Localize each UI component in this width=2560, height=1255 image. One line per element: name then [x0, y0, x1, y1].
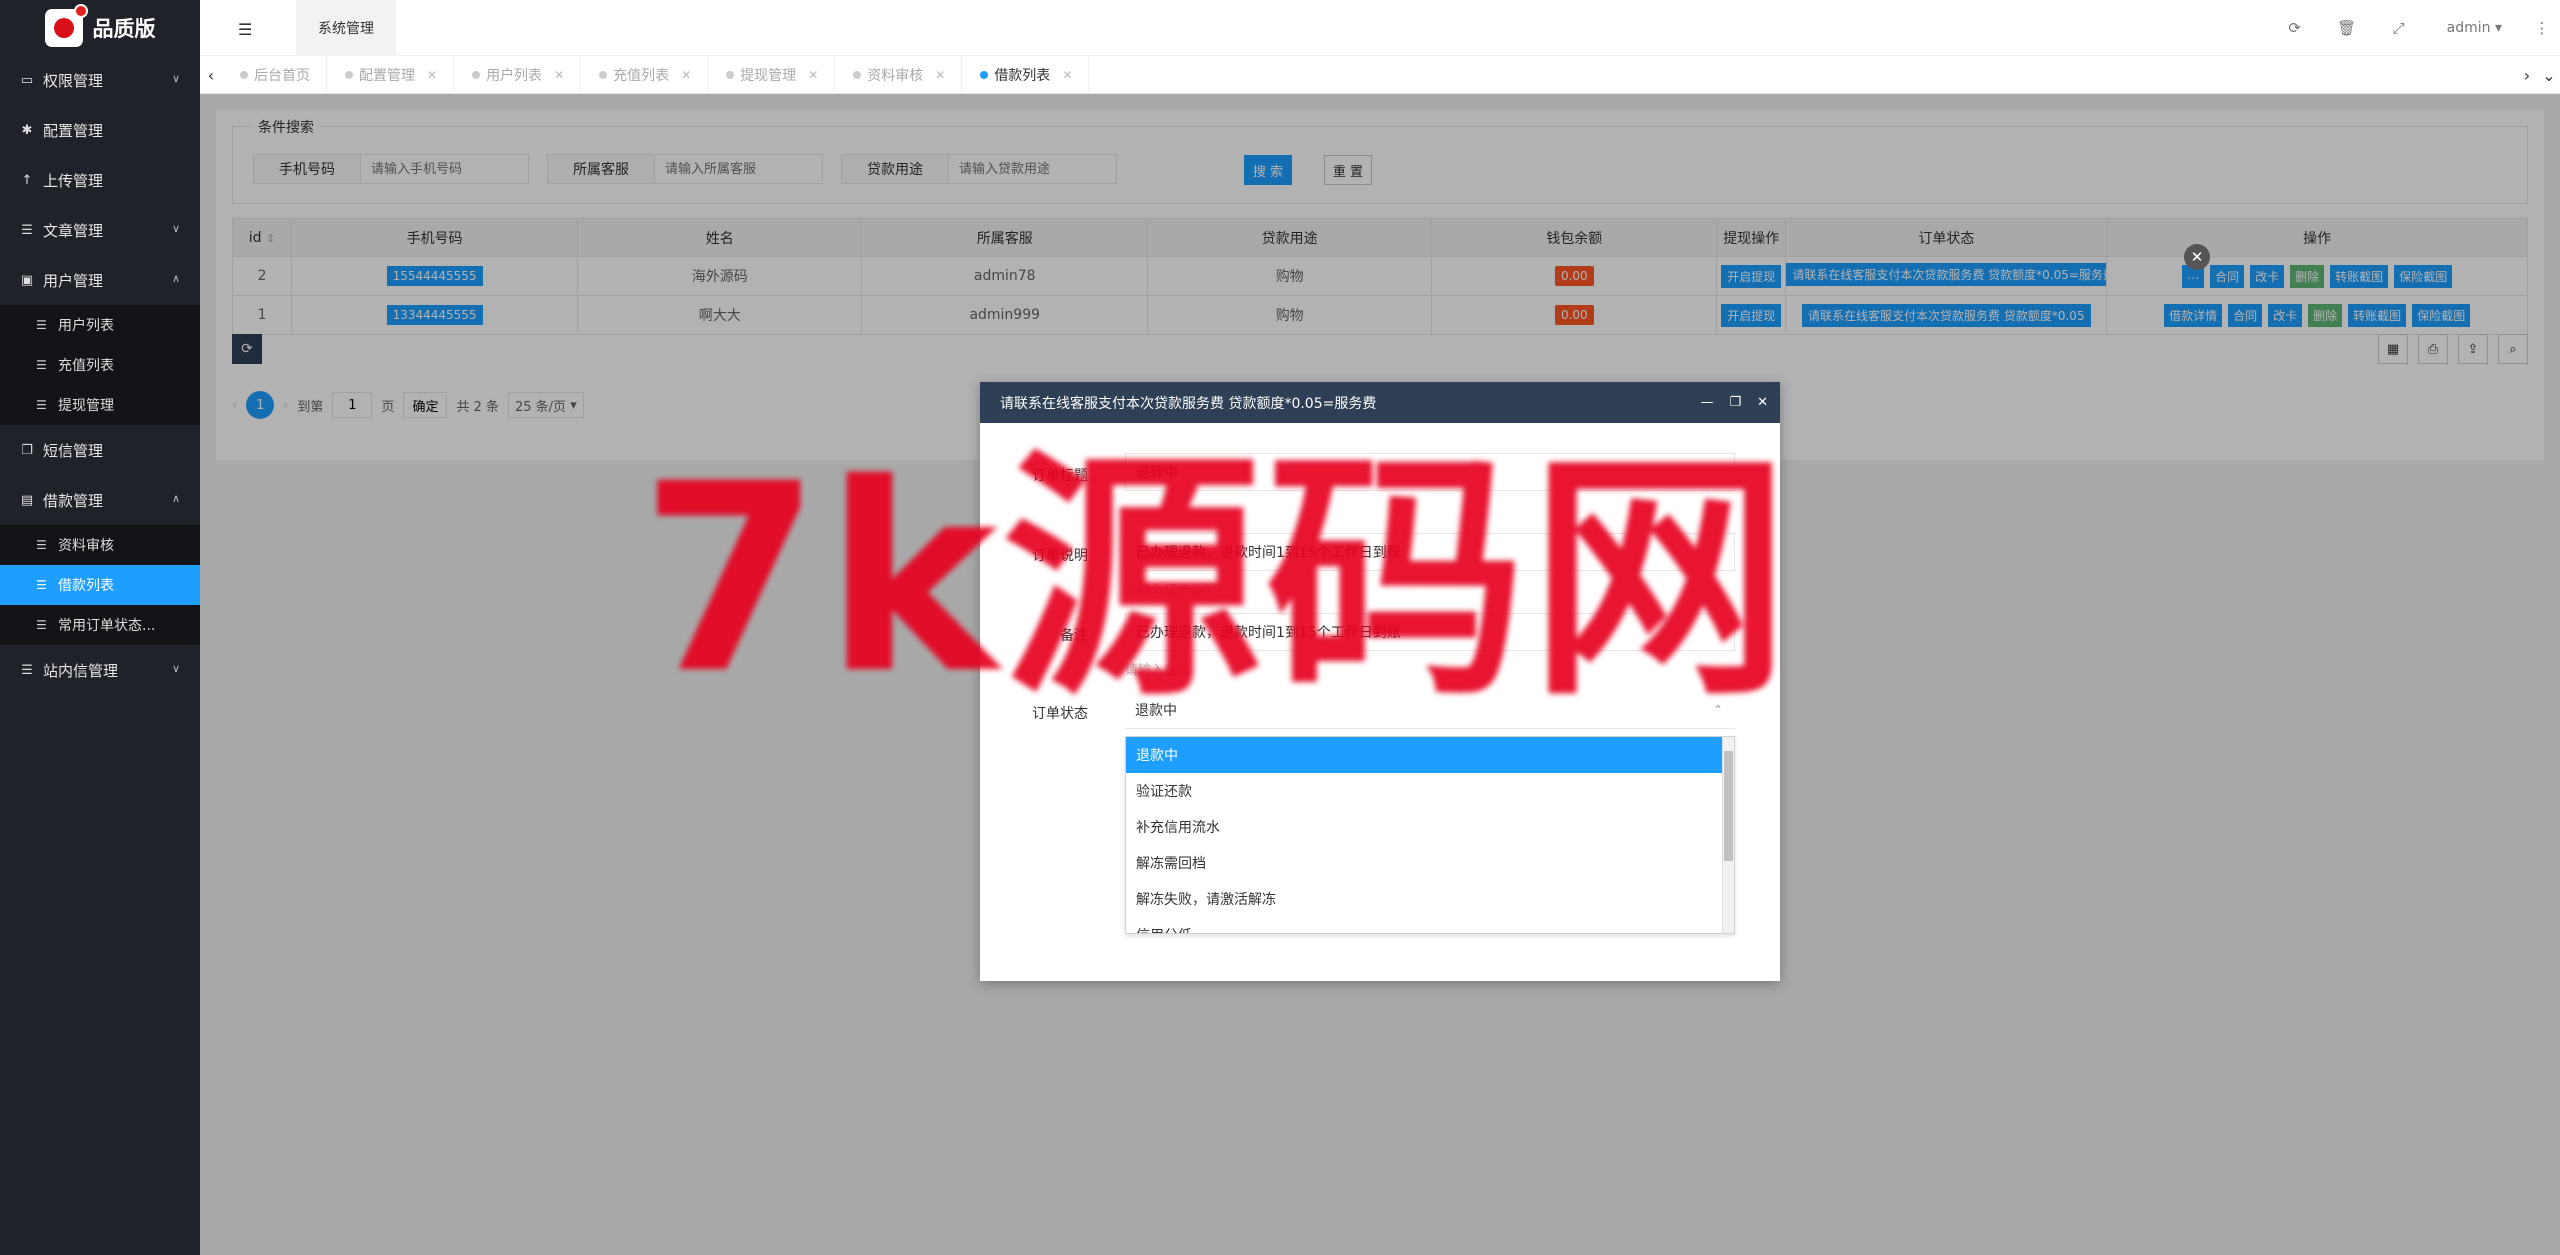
- sidebar-item-upload[interactable]: ↑ 上传管理: [0, 155, 200, 205]
- sidebar-item-messages[interactable]: ☰ 站内信管理 ∨: [0, 645, 200, 695]
- page-tabs: 后台首页 配置管理 ✕ 用户列表 ✕ 充值列表 ✕ 提现管理 ✕ 资料审核 ✕ 借款列表 ✕: [222, 56, 1090, 94]
- sidebar-item-sms[interactable]: ❐ 短信管理: [0, 425, 200, 475]
- order-desc-hint: 请输入订单说明: [1125, 583, 1217, 598]
- user-icon: ▣: [20, 272, 34, 288]
- tab-home[interactable]: 后台首页: [222, 56, 327, 94]
- status-option[interactable]: 补充信用流水: [1126, 809, 1734, 845]
- dropdown-scrollbar[interactable]: [1722, 737, 1734, 933]
- brand-name: 品质版: [92, 16, 156, 41]
- money-icon: ▤: [20, 492, 34, 508]
- list-icon: ☰: [36, 538, 47, 552]
- dot-icon: [240, 71, 248, 79]
- tab-withdraw[interactable]: 提现管理 ✕: [708, 56, 836, 94]
- sidebar: 品质版 ▭ 权限管理 ∨ ✱ 配置管理 ↑ 上传管理 ☰ 文章管理 ∨ ▣ 用户管理 ∧ ☰ 用户…: [0, 0, 200, 1255]
- status-option[interactable]: 验证还款: [1126, 773, 1734, 809]
- list-icon: ☰: [36, 318, 47, 332]
- sidebar-item-articles[interactable]: ☰ 文章管理 ∨: [0, 205, 200, 255]
- tab-bar: ‹ 后台首页 配置管理 ✕ 用户列表 ✕ 充值列表 ✕ 提现管理 ✕ 资料审核 ✕ 借款列…: [200, 56, 2560, 94]
- laptop-icon: ▭: [20, 72, 34, 88]
- remark-input[interactable]: 已办理退款，退款时间1到15个工作日到账: [1125, 613, 1735, 651]
- dot-icon: [726, 71, 735, 79]
- scrollbar-thumb[interactable]: [1724, 751, 1733, 861]
- sidebar-item-loan-list[interactable]: ☰ 借款列表: [0, 565, 200, 605]
- list-icon: ☰: [36, 578, 47, 592]
- list-icon: ☰: [36, 398, 47, 412]
- tab-user-list[interactable]: 用户列表 ✕: [454, 56, 582, 94]
- user-menu[interactable]: admin ▾: [2425, 20, 2524, 36]
- upload-icon: ↑: [21, 172, 33, 188]
- sidebar-item-review[interactable]: ☰ 资料审核: [0, 525, 200, 565]
- status-option[interactable]: 信用分低: [1126, 917, 1734, 933]
- tooltip-close-icon[interactable]: ✕: [2184, 244, 2210, 270]
- gear-icon: ✱: [21, 122, 33, 138]
- sidebar-nav: ▭ 权限管理 ∨ ✱ 配置管理 ↑ 上传管理 ☰ 文章管理 ∨ ▣ 用户管理 ∧ ☰ 用户列表 ☰…: [0, 55, 200, 695]
- users-submenu: ☰ 用户列表 ☰ 充值列表 ☰ 提现管理: [0, 305, 200, 425]
- tab-loan-list[interactable]: 借款列表 ✕: [962, 56, 1090, 94]
- brand-logo[interactable]: 品质版: [0, 0, 200, 55]
- sidebar-item-order-status[interactable]: ☰ 常用订单状态...: [0, 605, 200, 645]
- loans-submenu: ☰ 资料审核 ☰ 借款列表 ☰ 常用订单状态...: [0, 525, 200, 645]
- order-status-modal: 请联系在线客服支付本次贷款服务费 贷款额度*0.05=服务费 — ❐ ✕ 订单标…: [980, 382, 1780, 981]
- fullscreen-icon[interactable]: ⤢: [2373, 19, 2425, 37]
- tab-review[interactable]: 资料审核 ✕: [835, 56, 963, 94]
- order-desc-input[interactable]: 已办理退款，退款时间1到15个工作日到账: [1125, 533, 1735, 571]
- sidebar-item-permissions[interactable]: ▭ 权限管理 ∨: [0, 55, 200, 105]
- close-icon[interactable]: ✕: [808, 68, 818, 82]
- trash-icon[interactable]: 🗑: [2321, 19, 2373, 37]
- chevron-down-icon: ∨: [171, 222, 180, 235]
- order-title-input[interactable]: 退款中: [1125, 453, 1735, 491]
- sidebar-item-loans[interactable]: ▤ 借款管理 ∧: [0, 475, 200, 525]
- chevron-up-icon: ∧: [171, 492, 180, 505]
- copy-icon: ❐: [21, 442, 33, 458]
- dot-icon: [853, 71, 862, 79]
- header-tab-system[interactable]: 系统管理: [296, 0, 396, 56]
- refresh-icon[interactable]: ⟳: [2269, 19, 2321, 37]
- close-icon[interactable]: ✕: [935, 68, 945, 82]
- caret-up-icon: ⌃: [1712, 702, 1723, 717]
- status-option[interactable]: 解冻需回档: [1126, 845, 1734, 881]
- chevron-right-icon[interactable]: ›: [2516, 56, 2538, 94]
- list-icon: ☰: [36, 618, 47, 632]
- tab-recharge-list[interactable]: 充值列表 ✕: [581, 56, 709, 94]
- tab-config[interactable]: 配置管理 ✕: [327, 56, 455, 94]
- dot-icon: [980, 71, 989, 79]
- more-icon[interactable]: ⋮: [2524, 19, 2560, 37]
- list-icon: ☰: [21, 662, 33, 678]
- chevron-left-icon[interactable]: ‹: [200, 56, 222, 94]
- maximize-icon[interactable]: ❐: [1729, 395, 1741, 410]
- status-option[interactable]: 解冻失败，请激活解冻: [1126, 881, 1734, 917]
- dot-icon: [345, 71, 353, 79]
- close-icon[interactable]: ✕: [1062, 68, 1072, 82]
- status-option[interactable]: 退款中: [1126, 737, 1734, 773]
- modal-title: 请联系在线客服支付本次贷款服务费 贷款额度*0.05=服务费: [1000, 395, 1377, 412]
- status-dropdown: 退款中 验证还款 补充信用流水 解冻需回档 解冻失败，请激活解冻 信用分低: [1125, 736, 1735, 934]
- logo-icon: [44, 3, 88, 47]
- list-icon: ☰: [21, 222, 33, 238]
- sidebar-item-user-list[interactable]: ☰ 用户列表: [0, 305, 200, 345]
- chevron-down-icon: ∨: [171, 662, 180, 675]
- sidebar-item-users[interactable]: ▣ 用户管理 ∧: [0, 255, 200, 305]
- modal-controls: — ❐ ✕: [1700, 382, 1768, 423]
- close-icon[interactable]: ✕: [1757, 395, 1768, 410]
- sidebar-item-recharge-list[interactable]: ☰ 充值列表: [0, 345, 200, 385]
- close-icon[interactable]: ✕: [427, 68, 437, 82]
- chevron-up-icon: ∧: [171, 272, 180, 285]
- header-tools: ⟳ 🗑 ⤢ admin ▾ ⋮: [2269, 0, 2560, 56]
- caret-down-icon: ▾: [2494, 20, 2502, 36]
- remark-hint: 请输入备注: [1125, 663, 1191, 678]
- menu-toggle-icon[interactable]: ☰: [238, 20, 252, 39]
- chevron-down-icon[interactable]: ⌄: [2538, 56, 2560, 94]
- order-status-select[interactable]: 退款中 ⌃: [1125, 691, 1735, 729]
- list-icon: ☰: [36, 358, 47, 372]
- chevron-down-icon: ∨: [171, 72, 180, 85]
- sidebar-item-withdraw[interactable]: ☰ 提现管理: [0, 385, 200, 425]
- close-icon[interactable]: ✕: [554, 68, 564, 82]
- dot-icon: [599, 71, 608, 79]
- close-icon[interactable]: ✕: [681, 68, 691, 82]
- top-header: ☰ 系统管理 ⟳ 🗑 ⤢ admin ▾ ⋮: [200, 0, 2560, 56]
- sidebar-item-config[interactable]: ✱ 配置管理: [0, 105, 200, 155]
- modal-header: 请联系在线客服支付本次贷款服务费 贷款额度*0.05=服务费 — ❐ ✕: [980, 382, 1780, 423]
- minimize-icon[interactable]: —: [1700, 395, 1713, 410]
- dot-icon: [472, 71, 481, 79]
